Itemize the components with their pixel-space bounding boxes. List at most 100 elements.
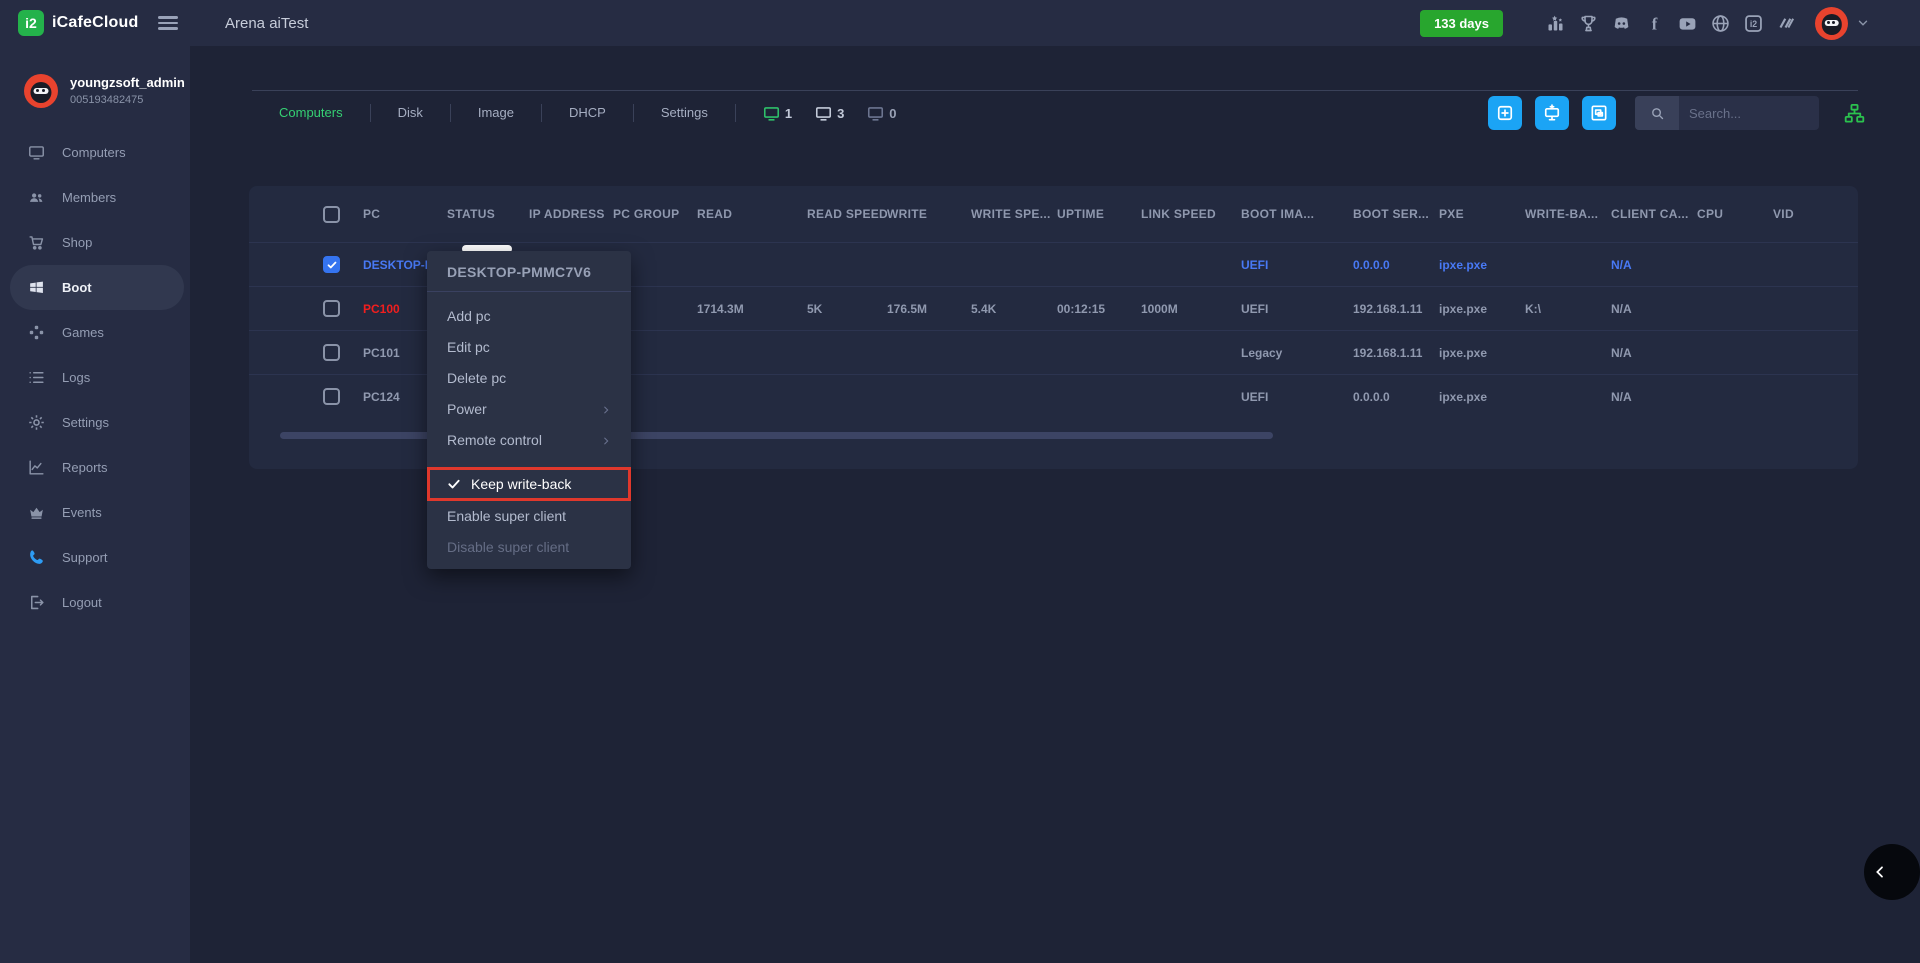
page-title: Arena aiTest — [225, 15, 308, 32]
col-header[interactable]: BOOT IMA... — [1241, 207, 1353, 221]
col-header[interactable]: BOOT SER... — [1353, 207, 1439, 221]
sidebar-item-games[interactable]: Games — [0, 310, 190, 355]
members-icon — [27, 188, 46, 207]
menu-item-remote-control[interactable]: Remote control — [427, 425, 631, 456]
screens-view-button[interactable] — [1582, 96, 1616, 130]
col-header[interactable]: IP ADDRESS — [529, 207, 613, 221]
batch-add-button[interactable] — [1535, 96, 1569, 130]
sidebar-item-label: Settings — [62, 415, 109, 430]
menu-item-enable-super-client[interactable]: Enable super client — [427, 501, 631, 532]
col-header[interactable]: PC GROUP — [613, 207, 697, 221]
toolbar — [1488, 96, 1866, 130]
row-checkbox[interactable] — [323, 344, 340, 361]
facebook-icon[interactable]: f — [1644, 13, 1665, 34]
hamburger-menu-icon[interactable] — [158, 16, 178, 30]
menu-item-add-pc[interactable]: Add pc — [427, 301, 631, 332]
globe-icon[interactable] — [1710, 13, 1731, 34]
menu-item-edit-pc[interactable]: Edit pc — [427, 332, 631, 363]
screens-icon — [1589, 103, 1609, 123]
pcs-online-counter: 1 — [762, 104, 792, 123]
sidebar-item-logout[interactable]: Logout — [0, 580, 190, 625]
side-panel-toggle[interactable] — [1864, 844, 1920, 900]
menu-item-delete-pc[interactable]: Delete pc — [427, 363, 631, 394]
phone-icon — [27, 548, 46, 567]
sidebar-item-shop[interactable]: Shop — [0, 220, 190, 265]
col-header[interactable]: PC — [363, 207, 447, 221]
cell-pxe: ipxe.pxe — [1439, 346, 1525, 360]
col-header[interactable]: PXE — [1439, 207, 1525, 221]
check-icon — [326, 259, 338, 271]
monitor-icon — [27, 143, 46, 162]
col-header[interactable]: CPU — [1697, 207, 1773, 221]
cell-boot-server: 0.0.0.0 — [1353, 390, 1439, 404]
sidebar-item-settings[interactable]: Settings — [0, 400, 190, 445]
submenu-caret-icon — [601, 436, 611, 446]
search-icon[interactable] — [1635, 96, 1679, 130]
pc-counters: 1 3 0 — [762, 104, 897, 123]
col-header[interactable]: STATUS — [447, 207, 529, 221]
sidebar-item-members[interactable]: Members — [0, 175, 190, 220]
menu-item-power[interactable]: Power — [427, 394, 631, 425]
sidebar-item-logs[interactable]: Logs — [0, 355, 190, 400]
cell-boot-server: 0.0.0.0 — [1353, 258, 1439, 272]
cell-read-speed: 5K — [807, 302, 887, 316]
cell-boot-server: 192.168.1.11 — [1353, 302, 1439, 316]
cell-uptime: 00:12:15 — [1057, 302, 1141, 316]
col-header[interactable]: READ SPEED — [807, 207, 887, 221]
icafecloud-logo-icon: i2 — [18, 10, 44, 36]
slides-icon[interactable] — [1776, 13, 1797, 34]
col-header[interactable]: WRITE-BA... — [1525, 207, 1611, 221]
col-header[interactable]: VID — [1773, 207, 1823, 221]
chart-icon — [27, 458, 46, 477]
col-header[interactable]: LINK SPEED — [1141, 207, 1241, 221]
games-icon — [27, 323, 46, 342]
pcs-off-counter: 0 — [866, 104, 896, 123]
row-checkbox[interactable] — [323, 256, 340, 273]
pcs-total-counter: 3 — [814, 104, 844, 123]
chevron-down-icon[interactable] — [1856, 16, 1870, 30]
col-header[interactable]: UPTIME — [1057, 207, 1141, 221]
select-all-checkbox[interactable] — [323, 206, 340, 223]
row-checkbox[interactable] — [323, 300, 340, 317]
tab-disk[interactable]: Disk — [371, 104, 451, 122]
col-header[interactable]: WRITE — [887, 207, 971, 221]
col-header[interactable]: WRITE SPE... — [971, 207, 1057, 221]
add-pc-button[interactable] — [1488, 96, 1522, 130]
search-box — [1635, 96, 1819, 130]
tab-dhcp[interactable]: DHCP — [542, 104, 634, 122]
windows-icon — [27, 278, 46, 297]
sidebar-item-computers[interactable]: Computers — [0, 130, 190, 175]
sidebar-item-events[interactable]: Events — [0, 490, 190, 535]
icafecloud-app: i2 iCafeCloud Arena aiTest 133 days f — [0, 0, 1920, 963]
user-avatar[interactable] — [1815, 7, 1848, 40]
col-header[interactable]: READ — [697, 207, 807, 221]
sidebar-item-label: Events — [62, 505, 102, 520]
cell-boot-image: UEFI — [1241, 258, 1353, 272]
search-input[interactable] — [1679, 96, 1819, 130]
brand-name: iCafeCloud — [52, 14, 138, 32]
trophy-icon[interactable] — [1578, 13, 1599, 34]
row-checkbox[interactable] — [323, 388, 340, 405]
cell-client-cache: N/A — [1611, 346, 1697, 360]
cell-boot-image: Legacy — [1241, 346, 1353, 360]
menu-item-keep-write-back[interactable]: Keep write-back — [427, 467, 631, 501]
license-days-badge[interactable]: 133 days — [1420, 10, 1503, 37]
tab-settings[interactable]: Settings — [634, 104, 736, 122]
youtube-icon[interactable] — [1677, 13, 1698, 34]
svg-text:f: f — [1652, 14, 1658, 33]
ranking-icon[interactable] — [1545, 13, 1566, 34]
network-tree-icon[interactable] — [1843, 102, 1866, 125]
tab-image[interactable]: Image — [451, 104, 542, 122]
sidebar-item-boot[interactable]: Boot — [10, 265, 184, 310]
col-header[interactable]: CLIENT CA... — [1611, 207, 1697, 221]
sidebar-item-label: Members — [62, 190, 116, 205]
sidebar-item-label: Logs — [62, 370, 90, 385]
cell-client-cache: N/A — [1611, 390, 1697, 404]
icafecloud-icon[interactable]: i2 — [1743, 13, 1764, 34]
discord-icon[interactable] — [1611, 13, 1632, 34]
table-header: PC STATUS IP ADDRESS PC GROUP READ READ … — [249, 186, 1858, 242]
sidebar-item-support[interactable]: Support — [0, 535, 190, 580]
sidebar-item-reports[interactable]: Reports — [0, 445, 190, 490]
tab-computers[interactable]: Computers — [252, 104, 371, 122]
sidebar-avatar[interactable] — [24, 74, 58, 108]
